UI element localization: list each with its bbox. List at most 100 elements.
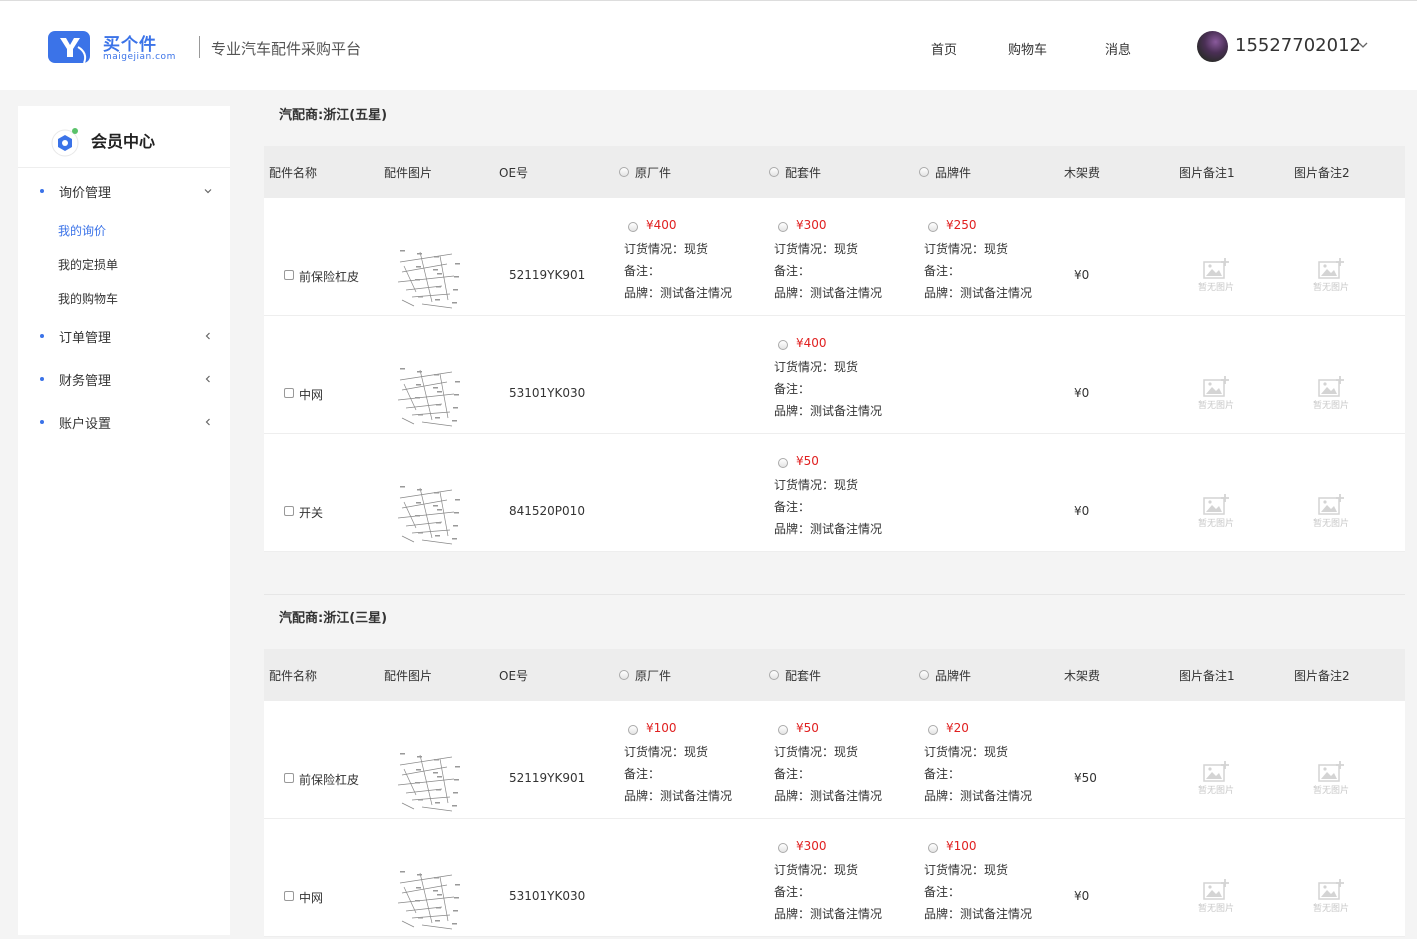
no-image-placeholder[interactable]: 暂无图片 <box>1194 877 1238 917</box>
no-image-placeholder[interactable]: 暂无图片 <box>1309 256 1353 296</box>
oe-number: 841520P010 <box>509 504 585 518</box>
order-status-value: 现货 <box>834 745 859 759</box>
order-status-value: 现货 <box>834 242 859 256</box>
price-option: ¥300 订货情况：现货 备注： 品牌：测试备注情况 <box>774 839 914 939</box>
remark-label: 备注： <box>924 767 961 781</box>
nav-cart-link[interactable]: 购物车 <box>1008 39 1047 58</box>
brand-value: 测试备注情况 <box>960 286 1033 300</box>
col-image-note-1: 图片备注1 <box>1179 166 1235 180</box>
col-oem-part: 原厂件 <box>635 669 672 683</box>
image-add-icon <box>1203 376 1229 397</box>
radio-button[interactable] <box>769 670 779 680</box>
brand-label: 品牌： <box>624 789 661 803</box>
image-add-icon <box>1203 761 1229 782</box>
row-checkbox[interactable] <box>284 773 294 783</box>
no-image-placeholder[interactable]: 暂无图片 <box>1194 374 1238 414</box>
radio-button[interactable] <box>769 167 779 177</box>
brand: 品牌：测试备注情况 <box>624 787 732 804</box>
order-status-value: 现货 <box>984 863 1009 877</box>
user-avatar[interactable] <box>1197 31 1228 62</box>
order-status-label: 订货情况： <box>774 745 835 759</box>
price-value: ¥20 <box>946 721 969 735</box>
quote-list: 汽配商:浙江(五星) 配件名称 配件图片 OE号 原厂件 配套件 品牌件 木架费 图片备注1 图片… <box>264 91 1405 937</box>
row-checkbox[interactable] <box>284 388 294 398</box>
price-value: ¥300 <box>796 218 827 232</box>
radio-button[interactable] <box>619 670 629 680</box>
menu-inquiry-management[interactable]: 询价管理 <box>18 181 230 201</box>
no-image-placeholder[interactable]: 暂无图片 <box>1194 492 1238 532</box>
top-header: 买个件 maigejian.com 专业汽车配件采购平台 首页 购物车 消息 1… <box>0 0 1417 90</box>
part-diagram-image[interactable] <box>392 863 464 933</box>
order-status-label: 订货情况： <box>924 745 985 759</box>
price-radio-button[interactable] <box>778 458 788 468</box>
submenu-my-inquiry[interactable]: 我的询价 <box>58 222 106 239</box>
row-checkbox[interactable] <box>284 891 294 901</box>
chevron-left-icon <box>205 375 210 383</box>
brand: 品牌：测试备注情况 <box>774 905 882 922</box>
no-image-placeholder[interactable]: 暂无图片 <box>1194 256 1238 296</box>
brand: 品牌：测试备注情况 <box>774 520 882 537</box>
order-status: 订货情况：现货 <box>774 743 858 760</box>
no-image-placeholder[interactable]: 暂无图片 <box>1309 374 1353 414</box>
no-image-caption: 暂无图片 <box>1312 401 1349 411</box>
menu-finance-management[interactable]: 财务管理 <box>18 369 230 389</box>
no-image-placeholder[interactable]: 暂无图片 <box>1309 492 1353 532</box>
radio-button[interactable] <box>919 670 929 680</box>
col-oe-number: OE号 <box>499 669 529 683</box>
order-status-value: 现货 <box>834 863 859 877</box>
maigejian-logo-icon[interactable] <box>48 29 92 65</box>
part-diagram-image[interactable] <box>392 745 464 815</box>
brand-label: 品牌： <box>624 286 661 300</box>
oe-number: 53101YK030 <box>509 889 586 903</box>
menu-account-settings[interactable]: 账户设置 <box>18 412 230 432</box>
price-radio-button[interactable] <box>778 843 788 853</box>
no-image-placeholder[interactable]: 暂无图片 <box>1194 759 1238 799</box>
part-diagram-image[interactable] <box>392 360 464 430</box>
chevron-down-icon[interactable] <box>1357 39 1369 51</box>
price-option: ¥50 订货情况：现货 备注： 品牌：测试备注情况 <box>774 721 914 821</box>
row-checkbox[interactable] <box>284 506 294 516</box>
price-radio-button[interactable] <box>778 340 788 350</box>
part-name: 开关 <box>299 506 324 520</box>
order-status-value: 现货 <box>834 478 859 492</box>
submenu-my-damage-report[interactable]: 我的定损单 <box>58 256 118 273</box>
brand-label: 品牌： <box>924 286 961 300</box>
price-radio-button[interactable] <box>778 725 788 735</box>
bullet-icon <box>40 334 44 338</box>
order-status-value: 现货 <box>684 745 709 759</box>
submenu-my-cart[interactable]: 我的购物车 <box>58 290 118 307</box>
price-radio-button[interactable] <box>928 843 938 853</box>
no-image-caption: 暂无图片 <box>1197 519 1234 529</box>
remark-label: 备注： <box>774 767 811 781</box>
no-image-placeholder[interactable]: 暂无图片 <box>1309 877 1353 917</box>
chevron-left-icon <box>205 332 210 340</box>
part-diagram-image[interactable] <box>392 478 464 548</box>
platform-slogan: 专业汽车配件采购平台 <box>211 40 362 58</box>
table-row: 中网 53101YK030 ¥400 订货情况：现货 备注： 品牌：测试备注情况 ¥0 暂无图… <box>264 316 1405 434</box>
menu-label: 账户设置 <box>59 417 112 432</box>
remark: 备注： <box>774 380 810 397</box>
bullet-icon <box>40 377 44 381</box>
radio-button[interactable] <box>919 167 929 177</box>
radio-button[interactable] <box>619 167 629 177</box>
menu-order-management[interactable]: 订单管理 <box>18 326 230 346</box>
no-image-caption: 暂无图片 <box>1197 904 1234 914</box>
part-diagram-image[interactable] <box>392 242 464 312</box>
order-status-label: 订货情况： <box>924 242 985 256</box>
sidebar: 会员中心 询价管理 我的询价 我的定损单 我的购物车 订单管理 财务管理 账户设… <box>18 106 230 935</box>
price-radio-button[interactable] <box>928 222 938 232</box>
user-phone[interactable]: 15527702012 <box>1235 35 1361 56</box>
no-image-placeholder[interactable]: 暂无图片 <box>1309 759 1353 799</box>
row-checkbox[interactable] <box>284 270 294 280</box>
nav-home-link[interactable]: 首页 <box>931 39 957 58</box>
price-radio-button[interactable] <box>628 725 638 735</box>
menu-label: 财务管理 <box>59 374 112 389</box>
price-radio-button[interactable] <box>628 222 638 232</box>
brand-value: 测试备注情况 <box>810 907 883 921</box>
price-radio-button[interactable] <box>928 725 938 735</box>
header-divider <box>199 36 200 58</box>
nav-messages-link[interactable]: 消息 <box>1105 39 1131 58</box>
price-radio-button[interactable] <box>778 222 788 232</box>
table-row: 前保险杠皮 52119YK901 ¥400 订货情况：现货 备注： 品牌：测试备注情况 ¥3… <box>264 198 1405 316</box>
order-status-label: 订货情况： <box>624 242 685 256</box>
